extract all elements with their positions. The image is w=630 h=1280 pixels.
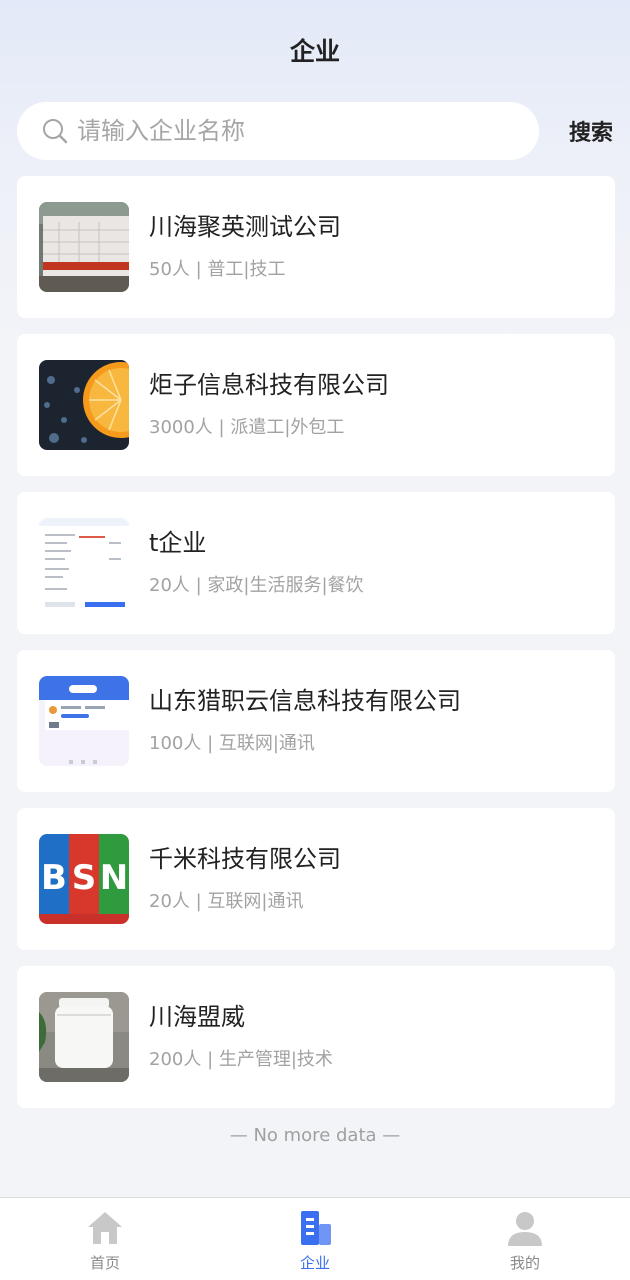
company-name: 炬子信息科技有限公司 bbox=[149, 371, 389, 399]
tab-mine-label: 我的 bbox=[509, 1254, 540, 1272]
company-meta: 50人 | 普工|技工 bbox=[149, 259, 286, 280]
company-meta: 200人 | 生产管理|技术 bbox=[149, 1049, 333, 1070]
search-button[interactable]: 搜索 bbox=[569, 115, 613, 147]
tab-home[interactable]: 首页 bbox=[0, 1198, 210, 1280]
search-input[interactable] bbox=[77, 117, 497, 145]
home-icon bbox=[88, 1212, 122, 1244]
bottom-tabbar: 首页 企业 我的 bbox=[0, 1197, 630, 1280]
top-bar: 企业 bbox=[0, 0, 630, 100]
company-logo-document-screenshot bbox=[39, 518, 129, 608]
user-icon bbox=[508, 1212, 542, 1246]
company-logo-app-screenshot bbox=[39, 676, 129, 766]
bsn-letter-b: B bbox=[41, 858, 67, 898]
search-icon bbox=[43, 119, 68, 144]
search-box[interactable] bbox=[17, 102, 539, 160]
company-card[interactable]: 川海盟威 200人 | 生产管理|技术 bbox=[17, 966, 615, 1108]
company-logo-container-photo bbox=[39, 992, 129, 1082]
company-card[interactable]: 炬子信息科技有限公司 3000人 | 派遣工|外包工 bbox=[17, 334, 615, 476]
company-logo-bsn: B S N bbox=[39, 834, 129, 924]
company-name: 川海盟威 bbox=[149, 1003, 245, 1031]
bsn-letter-n: N bbox=[100, 858, 128, 898]
company-list: 川海聚英测试公司 50人 | 普工|技工 炬子信息科技有限公司 3000人 | … bbox=[17, 176, 615, 1124]
page-title: 企业 bbox=[289, 37, 340, 66]
tab-mine[interactable]: 我的 bbox=[420, 1198, 630, 1280]
company-meta: 20人 | 互联网|通讯 bbox=[149, 891, 304, 912]
company-name: 川海聚英测试公司 bbox=[149, 213, 341, 241]
company-logo-orange-photo bbox=[39, 360, 129, 450]
company-name: 山东猎职云信息科技有限公司 bbox=[149, 687, 461, 715]
company-card[interactable]: t企业 20人 | 家政|生活服务|餐饮 bbox=[17, 492, 615, 634]
company-name: t企业 bbox=[149, 529, 207, 557]
company-meta: 3000人 | 派遣工|外包工 bbox=[149, 417, 345, 438]
company-card[interactable]: B S N 千米科技有限公司 20人 | 互联网|通讯 bbox=[17, 808, 615, 950]
company-card[interactable]: 川海聚英测试公司 50人 | 普工|技工 bbox=[17, 176, 615, 318]
tab-home-label: 首页 bbox=[89, 1254, 120, 1272]
tab-enterprise-label: 企业 bbox=[299, 1254, 330, 1272]
company-logo-calendar-photo bbox=[39, 202, 129, 292]
company-meta: 100人 | 互联网|通讯 bbox=[149, 733, 315, 754]
no-more-data-note: — No more data — bbox=[229, 1125, 401, 1146]
search-row: 搜索 bbox=[17, 102, 613, 160]
company-card[interactable]: 山东猎职云信息科技有限公司 100人 | 互联网|通讯 bbox=[17, 650, 615, 792]
building-icon bbox=[301, 1211, 331, 1245]
company-name: 千米科技有限公司 bbox=[149, 845, 341, 873]
company-meta: 20人 | 家政|生活服务|餐饮 bbox=[149, 575, 364, 596]
tab-enterprise[interactable]: 企业 bbox=[210, 1198, 420, 1280]
bsn-letter-s: S bbox=[72, 858, 97, 898]
